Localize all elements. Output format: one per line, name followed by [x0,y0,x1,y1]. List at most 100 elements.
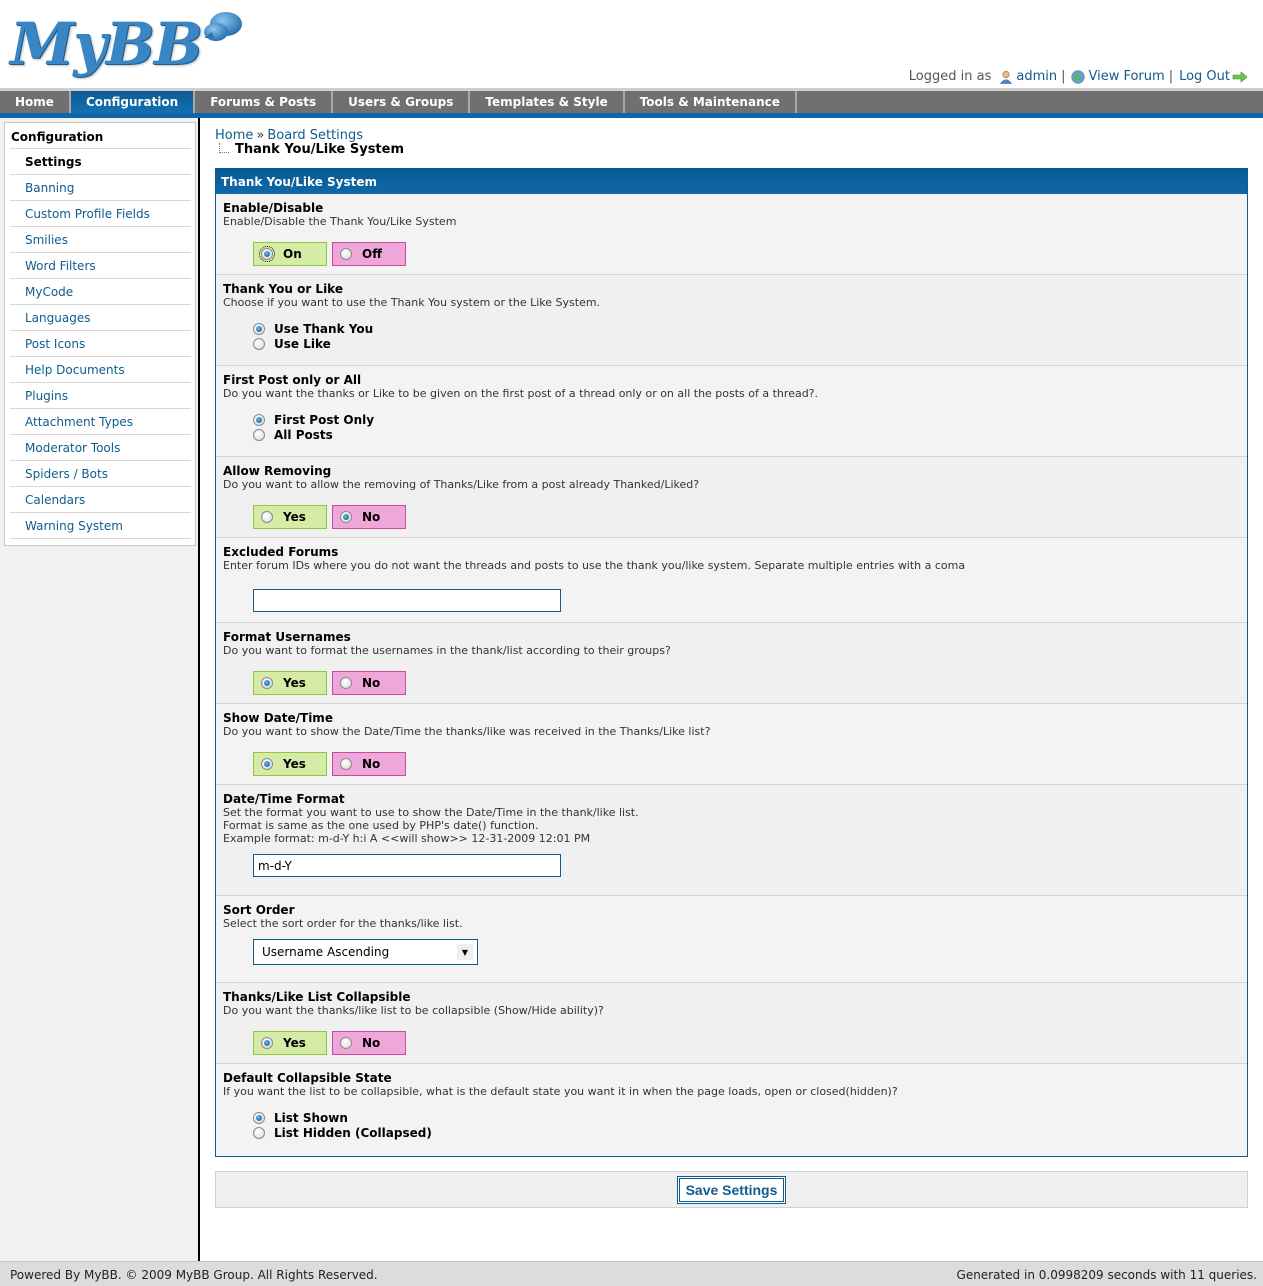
setting-label: Format Usernames [223,630,351,644]
option-list-hidden[interactable]: List Hidden (Collapsed) [253,1125,1240,1140]
mybb-logo[interactable]: MyBB [8,6,248,82]
option-use-like[interactable]: Use Like [253,336,1240,351]
option-no[interactable]: No [332,1031,406,1055]
option-no[interactable]: No [332,505,406,529]
radio-button[interactable] [253,1126,265,1139]
sidebar-link[interactable]: Attachment Types [25,415,133,429]
sidebar-item-custom-profile-fields[interactable]: Custom Profile Fields [10,201,191,227]
option-use-thank-you[interactable]: Use Thank You [253,321,1240,336]
radio-no[interactable] [340,677,352,689]
radio-on[interactable] [259,246,275,262]
sidebar-item-moderator-tools[interactable]: Moderator Tools [10,435,191,461]
sidebar-item-attachment-types[interactable]: Attachment Types [10,409,191,435]
radio-no[interactable] [340,511,352,523]
view-forum-link[interactable]: View Forum [1088,69,1164,84]
radio-yes[interactable] [261,677,273,689]
sidebar-link[interactable]: Smilies [25,233,68,247]
sidebar-item-plugins[interactable]: Plugins [10,383,191,409]
sidebar-item-languages[interactable]: Languages [10,305,191,331]
setting-description: Enable/Disable the Thank You/Like System [223,215,457,228]
radio-button[interactable] [253,413,265,426]
option-yes[interactable]: Yes [253,1031,327,1055]
option-yes[interactable]: Yes [253,505,327,529]
sidebar-item-smilies[interactable]: Smilies [10,227,191,253]
admin-user-link[interactable]: admin [1016,69,1057,84]
page-title: Thank You/Like System [235,142,405,157]
yes-no-toggle: Yes No [223,505,1240,529]
sidebar-link[interactable]: Languages [25,311,90,325]
logged-in-label: Logged in as [908,69,992,84]
option-label: Yes [283,676,306,690]
sidebar-link[interactable]: Custom Profile Fields [25,207,150,221]
option-no[interactable]: No [332,671,406,695]
setting-label: Show Date/Time [223,711,333,725]
date-format-input[interactable] [253,854,561,877]
sidebar-link[interactable]: Warning System [25,519,123,533]
sidebar-link[interactable]: MyCode [25,285,73,299]
option-label: All Posts [274,427,333,442]
speech-bubble-icon [204,12,242,41]
tab-home[interactable]: Home [0,91,71,113]
tab-forums-posts[interactable]: Forums & Posts [195,91,334,113]
logout-link[interactable]: Log Out [1179,69,1230,84]
on-off-toggle: On Off [223,242,1240,266]
radio-yes[interactable] [261,511,273,523]
option-list-shown[interactable]: List Shown [253,1110,1240,1125]
radio-off[interactable] [340,248,352,260]
radio-yes[interactable] [261,1037,273,1049]
sidebar-link[interactable]: Moderator Tools [25,441,120,455]
sidebar-item-spiders-bots[interactable]: Spiders / Bots [10,461,191,487]
sidebar-item-word-filters[interactable]: Word Filters [10,253,191,279]
excluded-forums-input[interactable] [253,589,561,612]
sidebar-item-help-documents[interactable]: Help Documents [10,357,191,383]
tab-tools-maintenance[interactable]: Tools & Maintenance [625,91,797,113]
option-label: First Post Only [274,412,375,427]
save-settings-button[interactable]: Save Settings [676,1175,787,1204]
sidebar-item-post-icons[interactable]: Post Icons [10,331,191,357]
sidebar-item-warning-system[interactable]: Warning System [10,513,191,539]
sort-order-select[interactable]: Username Ascending ▼ [253,939,478,965]
setting-excluded-forums: Excluded Forums Enter forum IDs where yo… [216,538,1247,623]
option-yes[interactable]: Yes [253,752,327,776]
setting-allow-removing: Allow Removing Do you want to allow the … [216,457,1247,538]
setting-description: Do you want to show the Date/Time the th… [223,725,711,738]
tab-users-groups[interactable]: Users & Groups [333,91,471,113]
sidebar-item-banning[interactable]: Banning [10,175,191,201]
sidebar-item-settings[interactable]: Settings [10,149,191,175]
sidebar-link[interactable]: Spiders / Bots [25,467,108,481]
option-all-posts[interactable]: All Posts [253,427,1240,442]
radio-button[interactable] [253,1111,265,1124]
tab-configuration[interactable]: Configuration [70,91,196,113]
radio-button[interactable] [253,322,265,335]
setting-description: Do you want the thanks or Like to be giv… [223,387,819,400]
tree-connector-icon [219,143,229,153]
sidebar-item-mycode[interactable]: MyCode [10,279,191,305]
sidebar-link[interactable]: Help Documents [25,363,125,377]
option-first-post-only[interactable]: First Post Only [253,412,1240,427]
option-no[interactable]: No [332,752,406,776]
sidebar-link[interactable]: Word Filters [25,259,96,273]
sidebar-nav: Configuration Settings Banning Custom Pr… [4,122,196,546]
radio-button[interactable] [253,428,265,441]
option-on[interactable]: On [253,242,327,266]
option-yes[interactable]: Yes [253,671,327,695]
radio-yes[interactable] [261,758,273,770]
sidebar-item-label: Settings [25,155,82,169]
sidebar-link[interactable]: Post Icons [25,337,85,351]
radio-button[interactable] [253,337,265,350]
radio-no[interactable] [340,1037,352,1049]
sidebar: Configuration Settings Banning Custom Pr… [0,118,200,1261]
breadcrumb-home[interactable]: Home [215,128,253,143]
setting-thank-you-or-like: Thank You or Like Choose if you want to … [216,275,1247,366]
sidebar-link[interactable]: Plugins [25,389,68,403]
sidebar-item-calendars[interactable]: Calendars [10,487,191,513]
chevron-down-icon[interactable]: ▼ [457,944,473,960]
sidebar-link[interactable]: Banning [25,181,74,195]
setting-label: Allow Removing [223,464,332,478]
setting-list-collapsible: Thanks/Like List Collapsible Do you want… [216,983,1247,1064]
radio-no[interactable] [340,758,352,770]
option-off[interactable]: Off [332,242,406,266]
breadcrumb-board-settings[interactable]: Board Settings [267,128,363,143]
sidebar-link[interactable]: Calendars [25,493,85,507]
tab-templates-style[interactable]: Templates & Style [470,91,625,113]
